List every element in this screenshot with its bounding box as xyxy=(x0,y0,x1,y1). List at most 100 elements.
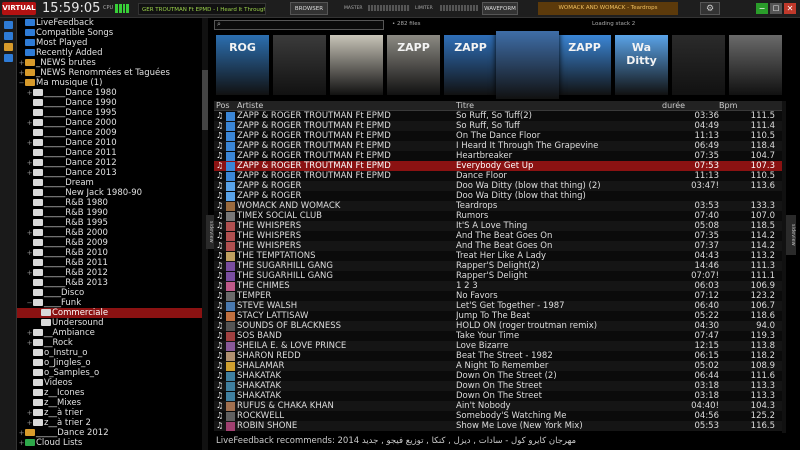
tree-item[interactable]: Most Played xyxy=(17,38,202,48)
album-cover[interactable]: ZAPP xyxy=(444,35,497,95)
table-row[interactable]: ♫ SHARON REDD Beat The Street - 1982 06:15 1… xyxy=(214,351,782,361)
table-row[interactable]: ♫ STEVE WALSH Let'S Get Together - 1987 06:… xyxy=(214,301,782,311)
album-cover[interactable]: ZAPP xyxy=(387,35,440,95)
album-cover[interactable]: ROG xyxy=(216,35,269,95)
table-row[interactable]: ♫ TIMEX SOCIAL CLUB Rumors 07:40 107.0 xyxy=(214,211,782,221)
tree-item[interactable]: _____R&B 1995 xyxy=(17,218,202,228)
table-row[interactable]: ♫ THE WHISPERS And The Beat Goes On 07:37 11… xyxy=(214,241,782,251)
table-row[interactable]: ♫ ZAPP & ROGER Doo Wa Ditty (blow that thi… xyxy=(214,181,782,191)
tree-item[interactable]: − Ma musique (1) xyxy=(17,78,202,88)
cover-flow[interactable]: ROG ZAPP ZAPP ZAPP Wa Ditty xyxy=(214,31,784,99)
tree-item[interactable]: o_Instru_o xyxy=(17,348,202,358)
table-row[interactable]: ♫ THE WHISPERS And The Beat Goes On 07:35 11… xyxy=(214,231,782,241)
table-row[interactable]: ♫ RUFUS & CHAKA KHAN Ain't Nobody 04:40! 104… xyxy=(214,401,782,411)
column-header-title[interactable]: Titre xyxy=(456,101,474,111)
collapse-icon[interactable]: − xyxy=(18,78,25,88)
column-header-artist[interactable]: Artiste xyxy=(237,101,263,111)
table-row[interactable]: ♫ STACY LATTISAW Jump To The Beat 05:22 118.… xyxy=(214,311,782,321)
tree-item[interactable]: _____Dance 2011 xyxy=(17,148,202,158)
table-row[interactable]: ♫ ZAPP & ROGER Doo Wa Ditty (blow that thi… xyxy=(214,191,782,201)
close-button[interactable]: ✕ xyxy=(784,3,796,14)
search-input[interactable] xyxy=(214,20,384,30)
expand-icon[interactable]: + xyxy=(26,418,33,428)
table-row[interactable]: ♫ ZAPP & ROGER TROUTMAN Ft EPMD Dance Floo… xyxy=(214,171,782,181)
browser-button[interactable]: BROWSER xyxy=(290,2,328,15)
tree-item[interactable]: _____R&B 2011 xyxy=(17,258,202,268)
tree-item[interactable]: _____R&B 2013 xyxy=(17,278,202,288)
tree-item[interactable]: _____Dream xyxy=(17,178,202,188)
expand-icon[interactable]: + xyxy=(18,68,25,78)
column-header-bpm[interactable]: Bpm xyxy=(719,101,737,111)
scrollbar-thumb[interactable] xyxy=(202,70,208,130)
table-row[interactable]: ♫ SHAKATAK Down On The Street 03:18 113.3 xyxy=(214,381,782,391)
tree-item[interactable]: z__Mixes xyxy=(17,398,202,408)
tree-item[interactable]: + Cloud Lists xyxy=(17,438,202,448)
tree-item[interactable]: Commerciale xyxy=(17,308,202,318)
table-row[interactable]: ♫ SHALAMAR A Night To Remember 05:02 108.9 xyxy=(214,361,782,371)
table-row[interactable]: ♫ ZAPP & ROGER TROUTMAN Ft EPMD On The Dan… xyxy=(214,131,782,141)
table-row[interactable]: ♫ ROBIN SHONE Show Me Love (New York Mix) 0… xyxy=(214,421,782,431)
expand-icon[interactable]: + xyxy=(26,248,33,258)
tree-item[interactable]: o_Jingles_o xyxy=(17,358,202,368)
tree-item[interactable]: + __Ambiance xyxy=(17,328,202,338)
tree-item[interactable]: + _NEWS brutes xyxy=(17,58,202,68)
expand-icon[interactable]: + xyxy=(26,158,33,168)
expand-icon[interactable]: + xyxy=(26,328,33,338)
album-cover[interactable] xyxy=(672,35,725,95)
table-row[interactable]: ♫ SHEILA E. & LOVE PRINCE Love Bizarre 12:1… xyxy=(214,341,782,351)
tree-item[interactable]: LiveFeedback xyxy=(17,18,202,28)
album-cover[interactable] xyxy=(496,31,559,99)
table-row[interactable]: ♫ WOMACK AND WOMACK Teardrops 03:53 133.3 xyxy=(214,201,782,211)
search-icon[interactable]: ⌕ xyxy=(217,20,221,29)
album-cover[interactable] xyxy=(273,35,326,95)
tree-item[interactable]: _____R&B 2009 xyxy=(17,238,202,248)
expand-icon[interactable]: + xyxy=(26,408,33,418)
expand-icon[interactable]: + xyxy=(26,168,33,178)
table-row[interactable]: ♫ ZAPP & ROGER TROUTMAN Ft EPMD I Heard It… xyxy=(214,141,782,151)
table-row[interactable]: ♫ THE SUGARHILL GANG Rapper'S Delight 07:07… xyxy=(214,271,782,281)
table-row[interactable]: ♫ SHAKATAK Down On The Street 03:18 113.3 xyxy=(214,391,782,401)
column-header-pos[interactable]: Pos xyxy=(216,101,230,111)
tree-item[interactable]: + _____R&B 2000 xyxy=(17,228,202,238)
expand-icon[interactable]: + xyxy=(26,338,33,348)
expand-icon[interactable]: + xyxy=(18,438,25,448)
sideview-tab-right[interactable]: sideview xyxy=(785,215,796,255)
tree-item[interactable]: + _____Dance 2012 xyxy=(17,428,202,438)
album-cover[interactable] xyxy=(729,35,782,95)
tree-item[interactable]: + _____R&B 2012 xyxy=(17,268,202,278)
table-row[interactable]: ♫ ZAPP & ROGER TROUTMAN Ft EPMD So Ruff, S… xyxy=(214,121,782,131)
tree-item[interactable]: _____Dance 2009 xyxy=(17,128,202,138)
tree-item[interactable]: + _____Dance 2000 xyxy=(17,118,202,128)
tree-item[interactable]: Recently Added xyxy=(17,48,202,58)
expand-icon[interactable]: + xyxy=(26,268,33,278)
expand-icon[interactable]: + xyxy=(26,118,33,128)
tree-item[interactable]: + _____Dance 1980 xyxy=(17,88,202,98)
tree-item[interactable]: + __Rock xyxy=(17,338,202,348)
tree-item[interactable]: + _____Dance 2013 xyxy=(17,168,202,178)
gear-icon[interactable]: ⚙ xyxy=(700,2,720,15)
album-cover[interactable]: Wa Ditty xyxy=(615,35,668,95)
table-row[interactable]: ♫ THE CHIMES 1 2 3 06:03 106.9 xyxy=(214,281,782,291)
column-header-duration[interactable]: durée xyxy=(662,101,685,111)
sideview-tab-left[interactable]: sideview xyxy=(206,215,214,249)
history-icon[interactable] xyxy=(3,54,13,62)
table-row[interactable]: ♫ THE WHISPERS It'S A Love Thing 05:08 118.5 xyxy=(214,221,782,231)
table-row[interactable]: ♫ SOUNDS OF BLACKNESS HOLD ON (roger trout… xyxy=(214,321,782,331)
tree-item[interactable]: _____R&B 1980 xyxy=(17,198,202,208)
table-row[interactable]: ♫ THE TEMPTATIONS Treat Her Like A Lady 04:… xyxy=(214,251,782,261)
album-cover[interactable] xyxy=(330,35,383,95)
tree-item[interactable]: z__Icones xyxy=(17,388,202,398)
tree-item[interactable]: _____New Jack 1980-90 xyxy=(17,188,202,198)
table-row[interactable]: ♫ ZAPP & ROGER TROUTMAN Ft EPMD Everybody … xyxy=(214,161,782,171)
maximize-button[interactable]: □ xyxy=(770,3,782,14)
expand-icon[interactable]: + xyxy=(26,228,33,238)
expand-icon[interactable]: + xyxy=(26,138,33,148)
tree-item[interactable]: + z__à trier 2 xyxy=(17,418,202,428)
tree-item[interactable]: Videos xyxy=(17,378,202,388)
tree-item[interactable]: o_Samples_o xyxy=(17,368,202,378)
minimize-button[interactable]: − xyxy=(756,3,768,14)
expand-icon[interactable]: + xyxy=(26,88,33,98)
tree-item[interactable]: + _____Dance 2010 xyxy=(17,138,202,148)
table-row[interactable]: ♫ ZAPP & ROGER TROUTMAN Ft EPMD So Ruff, S… xyxy=(214,111,782,121)
tree-item[interactable]: + _____R&B 2010 xyxy=(17,248,202,258)
